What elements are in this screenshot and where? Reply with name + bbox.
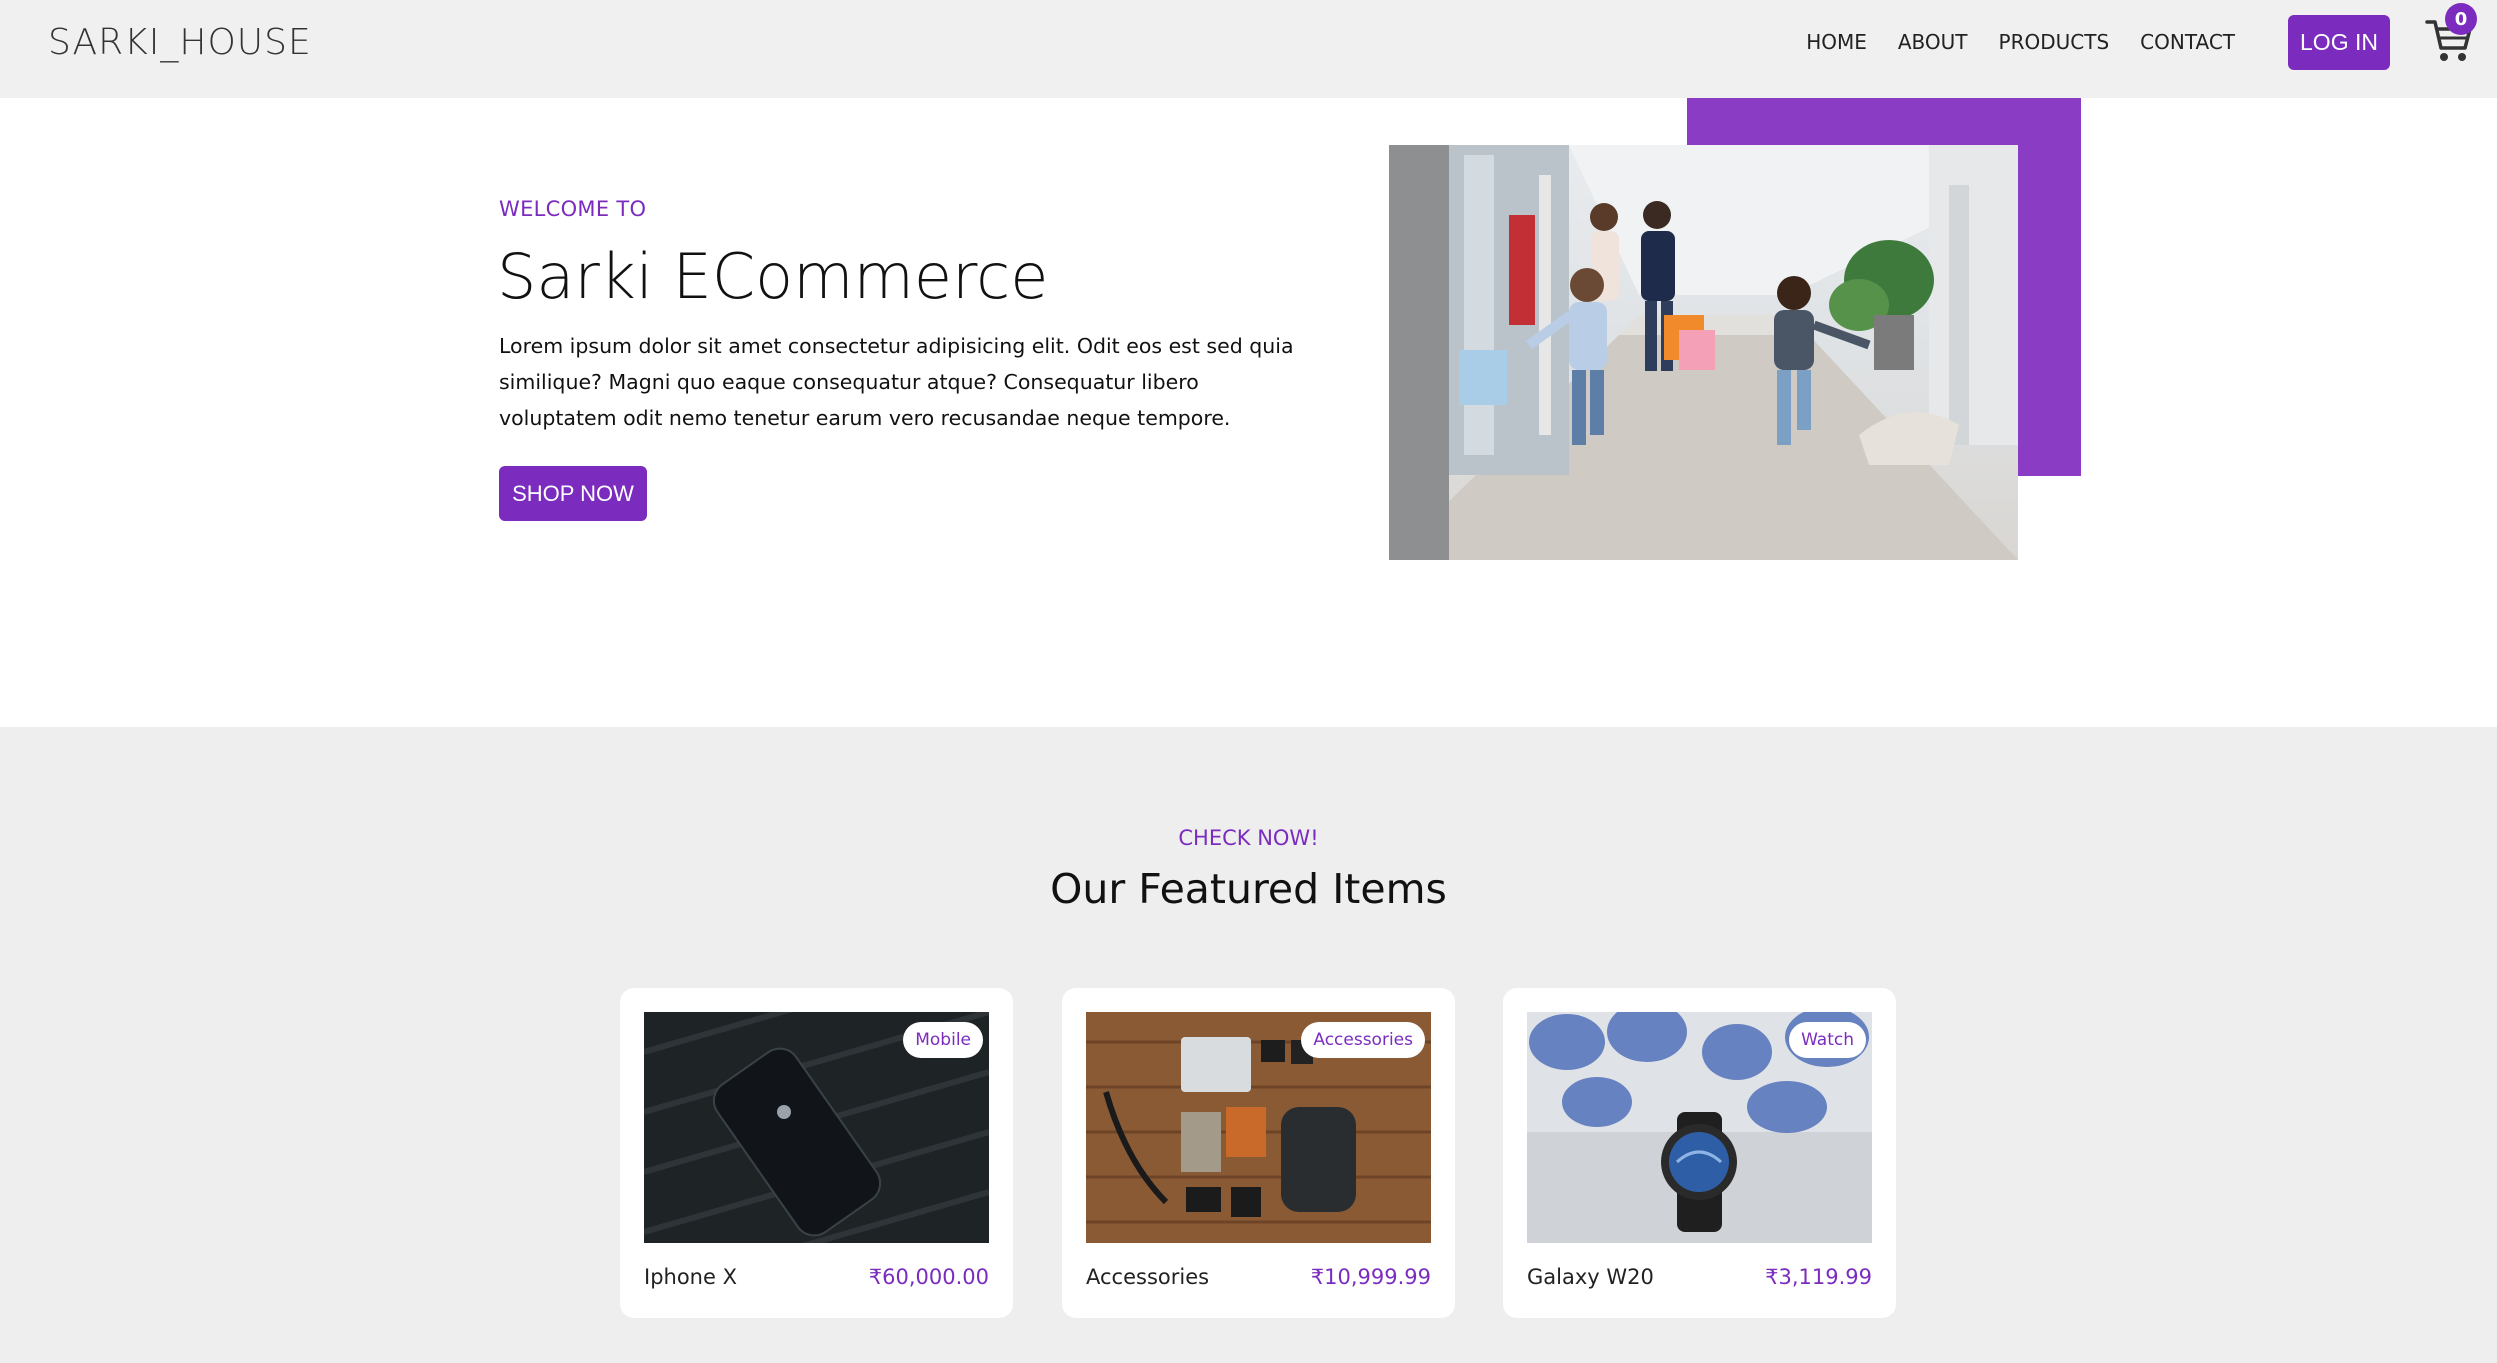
login-button[interactable]: LOG IN [2288,15,2390,70]
hero-image [1389,145,2018,560]
category-tag: Mobile [903,1022,983,1058]
brand-logo[interactable]: SARKI_HOUSE [48,22,312,63]
hero-title: Sarki ECommerce [497,240,1049,313]
product-name: Accessories [1086,1265,1210,1289]
product-price: ₹10,999.99 [1310,1265,1431,1289]
product-card[interactable]: Watch Galaxy W20 ₹3,119.99 [1503,988,1896,1318]
category-tag: Watch [1789,1022,1866,1058]
product-price: ₹3,119.99 [1765,1265,1872,1289]
featured-eyebrow: CHECK NOW! [1178,826,1319,850]
category-tag: Accessories [1301,1022,1425,1058]
hero-eyebrow: WELCOME TO [499,197,647,221]
nav-links: HOME ABOUT PRODUCTS CONTACT [1775,28,2235,56]
featured-title: Our Featured Items [1050,865,1447,913]
product-name: Galaxy W20 [1527,1265,1654,1289]
nav-about[interactable]: ABOUT [1898,28,1968,56]
nav-products[interactable]: PRODUCTS [1999,28,2110,56]
product-name: Iphone X [644,1265,737,1289]
cart-count-badge: 0 [2445,3,2477,35]
product-price: ₹60,000.00 [868,1265,989,1289]
navbar: SARKI_HOUSE HOME ABOUT PRODUCTS CONTACT … [0,0,2497,98]
nav-home[interactable]: HOME [1806,28,1867,56]
nav-contact[interactable]: CONTACT [2140,28,2235,56]
hero-description: Lorem ipsum dolor sit amet consectetur a… [499,334,1294,430]
product-card[interactable]: Mobile Iphone X ₹60,000.00 [620,988,1013,1318]
shop-now-button[interactable]: SHOP NOW [499,466,647,521]
featured-section: CHECK NOW! Our Featured Items Mobile Iph… [0,727,2497,1363]
product-card[interactable]: Accessories Accessories ₹10,999.99 [1062,988,1455,1318]
